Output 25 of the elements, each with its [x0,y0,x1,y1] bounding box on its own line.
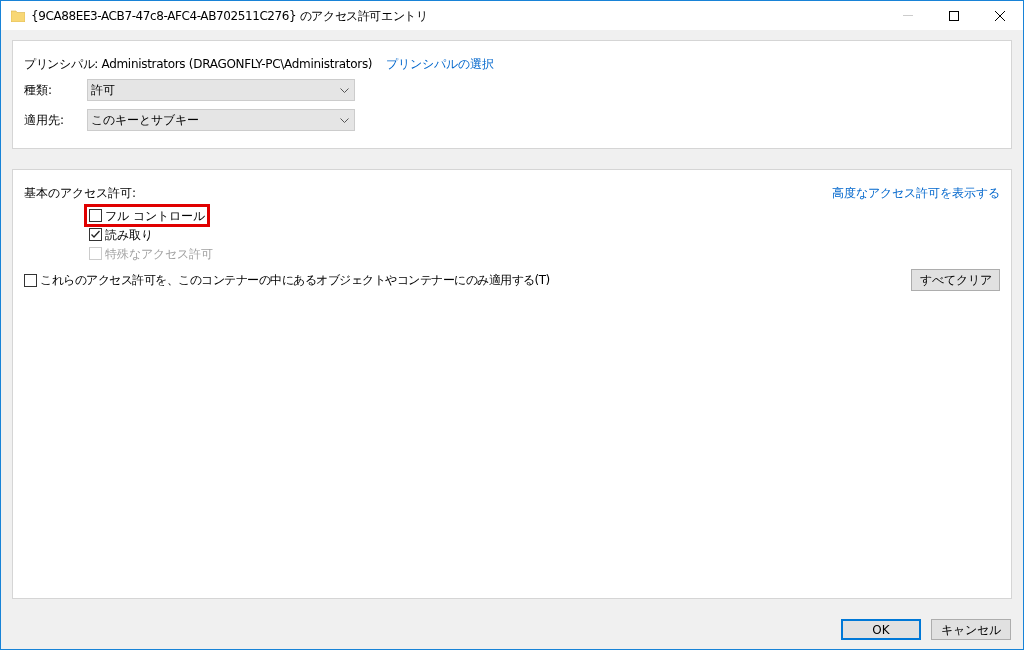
checkbox-label: 特殊なアクセス許可 [105,245,213,263]
field-label: 適用先: [24,112,66,129]
folder-icon [11,9,25,22]
checkbox[interactable] [89,228,102,241]
dialog-button[interactable]: キャンセル [931,619,1011,640]
checkbox[interactable] [24,273,37,287]
clear-all-button[interactable]: すべてクリア [911,269,1000,291]
checkbox-label: これらのアクセス許可を、このコンテナーの中にあるオブジェクトやコンテナーにのみ適用する(T) [40,272,550,289]
section-heading: 基本のアクセス許可: [24,185,137,202]
dialog-button[interactable]: OK [841,619,921,640]
dropdown[interactable]: このキーとサブキー [87,109,355,131]
maximize-icon [949,10,959,21]
principal-text: プリンシパル: Administrators (DRAGONFLY-PC\Administrators) [24,56,373,73]
chevron-down-icon [340,117,349,123]
chevron-down-icon [340,87,349,93]
select-principal-link[interactable]: プリンシパルの選択 [386,55,495,73]
checkbox-label: 読み取り [105,226,153,244]
checkbox-label: フル コントロール [105,207,205,225]
dropdown[interactable]: 許可 [87,79,355,101]
advanced-permissions-link[interactable]: 高度なアクセス許可を表示する [832,184,1000,202]
close-icon [995,10,1005,21]
checkbox[interactable] [89,209,102,222]
minimize-icon [903,15,913,16]
window-title: {9CA88EE3-ACB7-47c8-AFC4-AB702511C276} のアクセス許可エントリ [31,7,428,25]
field-label: 種類: [24,82,54,99]
